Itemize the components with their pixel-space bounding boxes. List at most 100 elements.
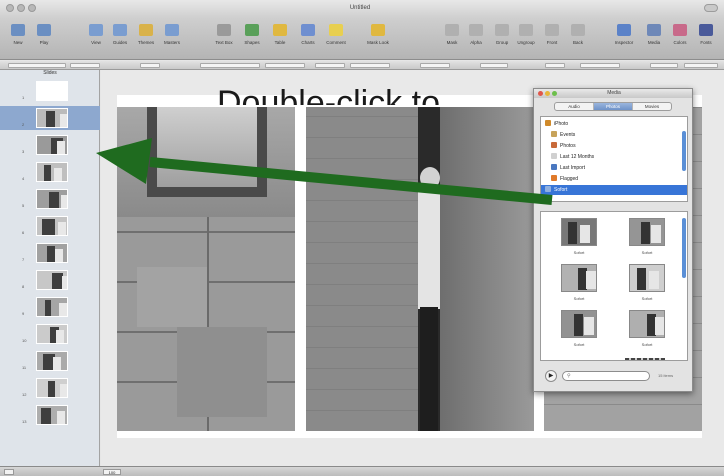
- slide-thumbnail-4[interactable]: 4: [0, 160, 100, 184]
- play-icon[interactable]: ▶: [545, 370, 557, 382]
- close-window-button[interactable]: [6, 4, 14, 12]
- colors-icon: [673, 24, 687, 36]
- media-zoom-button[interactable]: [552, 91, 557, 96]
- toolbar-front-button[interactable]: Front: [540, 24, 564, 54]
- media-thumbnail[interactable]: Sofort: [621, 264, 673, 304]
- toolbar-group-button[interactable]: Group: [490, 24, 514, 54]
- media-thumbnail[interactable]: Sofort: [553, 264, 605, 304]
- slide-number: 2: [22, 122, 25, 127]
- source-photos[interactable]: Photos: [551, 141, 687, 151]
- thumbnail-scrollbar[interactable]: [682, 218, 686, 278]
- toolbar-text-box-button[interactable]: Text Box: [212, 24, 236, 54]
- media-thumbnail[interactable]: Sofort: [553, 310, 605, 350]
- slide-thumbnail-7[interactable]: 7: [0, 241, 100, 265]
- toolbar-themes-button[interactable]: Themes: [134, 24, 158, 54]
- photo-door-person[interactable]: [306, 107, 534, 431]
- group-icon: [495, 24, 509, 36]
- toolbar-comment-button[interactable]: Comment: [324, 24, 348, 54]
- toolbar-alpha-button[interactable]: Alpha: [464, 24, 488, 54]
- source-events[interactable]: Events: [551, 130, 687, 140]
- format-extra-popup[interactable]: [684, 63, 718, 68]
- slide-thumbnail-13[interactable]: 13: [0, 403, 100, 427]
- slide-thumbnail-9[interactable]: 9: [0, 295, 100, 319]
- source-flagged[interactable]: Flagged: [551, 174, 687, 184]
- slide-number: 7: [22, 257, 25, 262]
- media-close-button[interactable]: [538, 91, 543, 96]
- format-shadow-popup[interactable]: [580, 63, 620, 68]
- format-size-field[interactable]: [140, 63, 160, 68]
- toolbar-play-button[interactable]: Play: [32, 24, 56, 54]
- zoom-window-button[interactable]: [28, 4, 36, 12]
- slide-number: 10: [22, 338, 27, 343]
- media-thumbnail[interactable]: Sofort: [553, 218, 605, 258]
- toolbar-toggle-button[interactable]: [704, 4, 718, 12]
- format-opacity-field[interactable]: [545, 63, 565, 68]
- format-alignment-buttons[interactable]: [200, 63, 260, 68]
- source-last-12-months[interactable]: Last 12 Months: [551, 152, 687, 162]
- toolbar-shapes-button[interactable]: Shapes: [240, 24, 264, 54]
- toolbar-label: Text Box: [215, 40, 233, 45]
- thumbnail-caption: Sofort: [641, 342, 653, 347]
- keynote-window: Untitled New Play View Guides Themes Masters T…: [0, 0, 724, 476]
- themes-icon: [139, 24, 153, 36]
- title-placeholder[interactable]: Double-click to: [217, 83, 537, 105]
- format-fill-popup[interactable]: [350, 63, 390, 68]
- toolbar-label: Group: [495, 40, 509, 45]
- media-tab-photos[interactable]: Photos: [594, 103, 633, 110]
- slide-thumbnail-5[interactable]: 5: [0, 187, 100, 211]
- toolbar-colors-button[interactable]: Colors: [668, 24, 692, 54]
- media-minimize-button[interactable]: [545, 91, 550, 96]
- source-sofort[interactable]: Sofort: [541, 185, 687, 195]
- mask-icon: [445, 24, 459, 36]
- minimize-window-button[interactable]: [17, 4, 25, 12]
- toolbar-label: Table: [274, 40, 286, 45]
- inspector-icon: [617, 24, 631, 36]
- toolbar-mask-button[interactable]: Mask: [440, 24, 464, 54]
- slide-thumbnail-8[interactable]: 8: [0, 268, 100, 292]
- toolbar-inspector-button[interactable]: Inspector: [612, 24, 636, 54]
- fonts-icon: [699, 24, 713, 36]
- format-line-popup[interactable]: [480, 63, 508, 68]
- toolbar-masters-button[interactable]: Masters: [160, 24, 184, 54]
- slide-thumbnail-10[interactable]: 10: [0, 322, 100, 346]
- zoom-popup[interactable]: 100: [103, 469, 121, 475]
- slide-thumbnail-12[interactable]: 12: [0, 376, 100, 400]
- toolbar-mask-look-button[interactable]: Mask Look: [366, 24, 390, 54]
- masters-icon: [165, 24, 179, 36]
- format-reflection-popup[interactable]: [650, 63, 678, 68]
- media-tab-movies[interactable]: Movies: [633, 103, 671, 110]
- toolbar-ungroup-button[interactable]: Ungroup: [514, 24, 538, 54]
- toolbar-charts-button[interactable]: Charts: [296, 24, 320, 54]
- toolbar-back-button[interactable]: Back: [566, 24, 590, 54]
- toolbar-table-button[interactable]: Table: [268, 24, 292, 54]
- toolbar-view-button[interactable]: View: [84, 24, 108, 54]
- media-tab-audio[interactable]: Audio: [555, 103, 594, 110]
- source-last-import[interactable]: Last Import: [551, 163, 687, 173]
- slide-thumbnail-3[interactable]: 3: [0, 133, 100, 157]
- view-mode-button[interactable]: [4, 469, 14, 475]
- mask-look-icon: [371, 24, 385, 36]
- media-bottom-bar: ▶ ⚲ 15 items: [540, 367, 688, 385]
- photo-wall-window[interactable]: [117, 107, 295, 431]
- slide-thumbnail-6[interactable]: 6: [0, 214, 100, 238]
- toolbar-fonts-button[interactable]: Fonts: [694, 24, 718, 54]
- format-spacing-buttons[interactable]: [265, 63, 305, 68]
- toolbar-guides-button[interactable]: Guides: [108, 24, 132, 54]
- media-thumbnail[interactable]: Sofort: [621, 310, 673, 350]
- slide-thumbnail-2[interactable]: 2: [0, 106, 100, 130]
- media-title: Media: [607, 90, 621, 96]
- slide-thumbnail-1[interactable]: 1: [0, 79, 100, 103]
- format-stroke-popup[interactable]: [420, 63, 450, 68]
- media-thumbnail[interactable]: Sofort: [621, 218, 673, 258]
- media-search-field[interactable]: ⚲: [562, 371, 650, 381]
- toolbar-new-button[interactable]: New: [6, 24, 30, 54]
- slide-thumbnail-11[interactable]: 11: [0, 349, 100, 373]
- media-thumbnail-partial[interactable]: [625, 358, 665, 360]
- toolbar-media-button[interactable]: Media: [642, 24, 666, 54]
- format-style-popup[interactable]: [8, 63, 66, 68]
- format-columns-popup[interactable]: [315, 63, 345, 68]
- source-iphoto[interactable]: iPhoto: [545, 119, 681, 129]
- slide-preview: [36, 378, 68, 398]
- toolbar-label: Inspector: [614, 40, 634, 45]
- format-font-popup[interactable]: [70, 63, 100, 68]
